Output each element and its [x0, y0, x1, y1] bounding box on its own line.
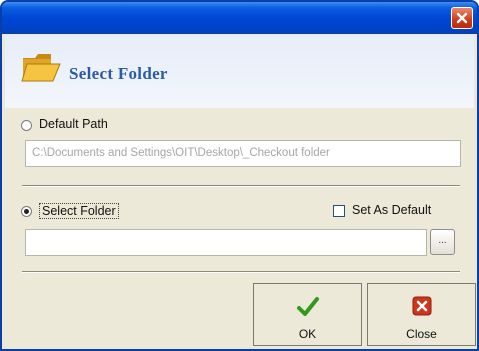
section-separator [22, 185, 460, 187]
radio-selected-dot [24, 209, 29, 214]
default-path-label[interactable]: Default Path [39, 117, 108, 131]
page-title: Select Folder [69, 64, 168, 83]
select-folder-dialog: Select Folder Default Path C:\Documents … [0, 0, 479, 351]
set-as-default-label[interactable]: Set As Default [352, 203, 431, 217]
close-button-label: Close [406, 327, 437, 341]
select-folder-input[interactable] [25, 229, 427, 256]
dialog-header: Select Folder [5, 34, 474, 108]
folder-icon [21, 54, 61, 82]
set-as-default-checkbox[interactable] [333, 205, 345, 217]
select-folder-radio[interactable] [21, 206, 32, 217]
ok-button[interactable]: OK [253, 283, 362, 346]
close-icon [456, 12, 468, 24]
ok-button-label: OK [298, 327, 317, 341]
dialog-body: Select Folder Default Path C:\Documents … [5, 34, 476, 346]
browse-button[interactable]: ... [430, 229, 455, 255]
buttons-separator [22, 271, 460, 273]
checkmark-icon [296, 297, 319, 316]
title-bar[interactable] [2, 2, 477, 34]
close-x-icon [412, 296, 431, 316]
close-button[interactable]: Close [367, 283, 476, 346]
default-path-radio[interactable] [21, 120, 32, 131]
default-path-field: C:\Documents and Settings\OIT\Desktop\_C… [25, 140, 461, 167]
window-close-button[interactable] [451, 7, 473, 29]
select-folder-label[interactable]: Select Folder [39, 203, 119, 219]
